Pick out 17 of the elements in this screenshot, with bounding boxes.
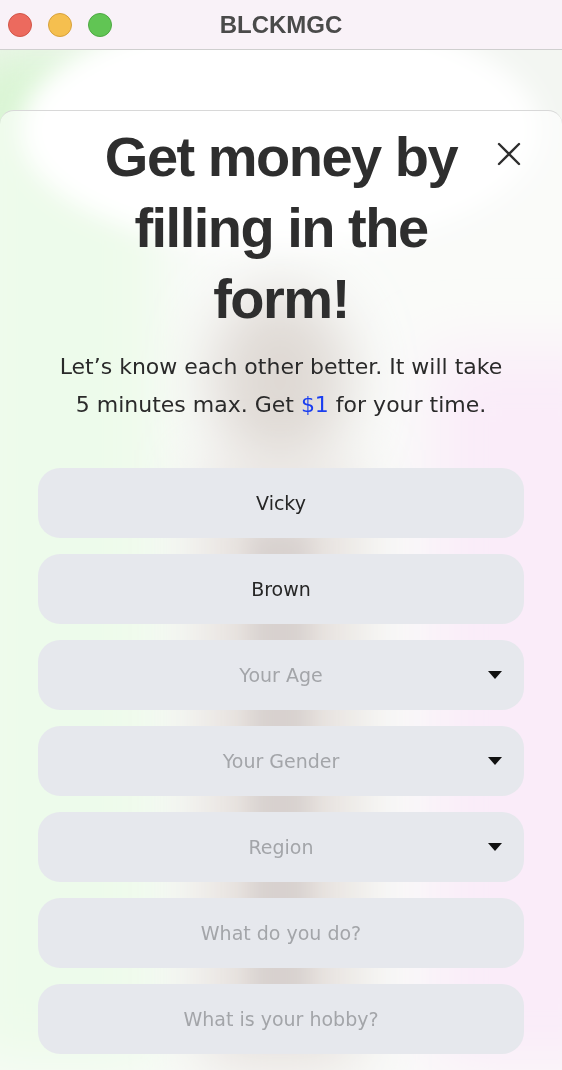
dropdown-field[interactable]: Your Gender xyxy=(38,726,524,796)
minimize-window-button[interactable] xyxy=(48,12,72,37)
close-window-button[interactable] xyxy=(8,12,32,37)
caret-icon xyxy=(488,671,502,679)
modal-heading: Get money by filling in the form! xyxy=(103,124,459,332)
caret-icon xyxy=(488,757,502,765)
modal-subtitle: Let’s know each other better. It will take 5 minutes max. Get $1 for your time. xyxy=(58,353,504,419)
text-field[interactable]: Brown xyxy=(38,554,524,624)
dropdown-field[interactable]: Your Age xyxy=(38,640,524,710)
window-title: BLCKMGC xyxy=(219,10,343,39)
caret-icon xyxy=(488,843,502,851)
close-icon[interactable] xyxy=(496,141,522,167)
dropdown-field[interactable]: Region xyxy=(38,812,524,882)
zoom-window-button[interactable] xyxy=(88,12,112,37)
text-field[interactable]: What is your hobby? xyxy=(38,984,524,1054)
text-field[interactable]: Vicky xyxy=(38,468,524,538)
text-field[interactable]: What do you do? xyxy=(38,898,524,968)
